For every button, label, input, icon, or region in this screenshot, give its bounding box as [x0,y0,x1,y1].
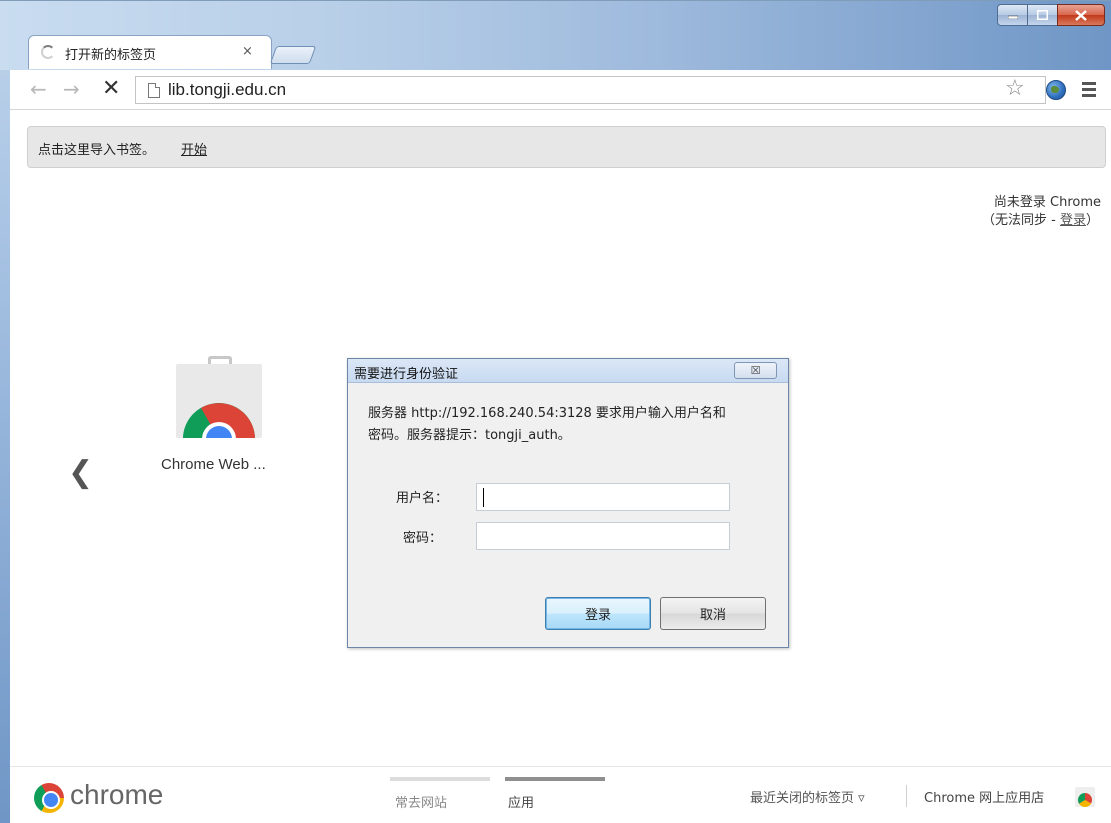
bookmarks-bar: 点击这里导入书签。 开始 [27,126,1106,168]
window-frame-left [0,70,10,823]
dialog-title: 需要进行身份验证 [354,367,459,382]
back-icon[interactable]: ← [30,78,47,100]
maximize-icon [1037,10,1048,20]
signin-status: 尚未登录 Chrome [993,195,1101,210]
loading-spinner-icon [41,45,55,59]
window-controls [997,4,1105,26]
stop-icon[interactable]: ✕ [102,78,120,100]
forward-icon[interactable]: → [63,78,80,100]
signin-prefix: （无法同步 - [982,213,1060,228]
url-text[interactable]: lib.tongji.edu.cn [168,80,286,100]
tab-new-tab[interactable]: 打开新的标签页 × [28,35,272,69]
minimize-button[interactable] [997,4,1028,26]
page-icon [148,83,160,98]
divider [906,785,907,807]
signin-sync-line: （无法同步 - 登录） [982,209,1099,228]
import-bookmarks-link[interactable]: 开始 [181,139,207,158]
password-field[interactable] [476,522,730,550]
app-label[interactable]: Chrome Web ... [161,456,266,473]
page-indicator-apps[interactable] [505,777,605,781]
tab-title: 打开新的标签页 [65,48,157,63]
toolbar: ← → ✕ lib.tongji.edu.cn ☆ [10,70,1111,110]
signin-link[interactable]: 登录 [1060,213,1086,228]
chrome-wordmark: chrome [70,779,164,810]
username-field[interactable] [476,483,730,511]
maximize-button[interactable] [1027,4,1058,26]
store-bag-icon [176,364,262,438]
text-caret [483,488,484,507]
page-indicator-most-visited[interactable] [390,777,490,781]
web-store-link[interactable]: Chrome 网上应用店 [924,787,1044,806]
tab-close-icon[interactable]: × [242,44,253,60]
browser-window: 打开新的标签页 × ← → ✕ lib.tongji.edu.cn ☆ 点击这里… [0,0,1111,823]
import-bookmarks-text: 点击这里导入书签。 [38,143,156,158]
close-icon [1075,9,1087,21]
bottom-bar: chrome 常去网站 应用 最近关闭的标签页 ▿ Chrome 网上应用店 [10,766,1111,823]
minimize-icon [1007,15,1018,19]
address-bar[interactable]: lib.tongji.edu.cn [135,76,1046,104]
tab-most-visited[interactable]: 常去网站 [395,792,447,811]
chrome-web-store-app[interactable] [176,356,264,438]
dialog-message-line2: 密码。服务器提示：tongji_auth。 [368,428,571,443]
username-label: 用户名： [396,491,449,506]
menu-icon[interactable] [1082,82,1096,100]
globe-icon[interactable] [1046,80,1066,100]
dialog-message-line1: 服务器 http://192.168.240.54:3128 要求用户输入用户名… [368,406,726,421]
password-label: 密码： [403,531,443,546]
signin-suffix: ） [1085,213,1099,228]
chrome-logo-icon [34,783,64,813]
dialog-message: 服务器 http://192.168.240.54:3128 要求用户输入用户名… [368,403,778,447]
chrome-logo-icon [183,403,255,438]
login-button[interactable]: 登录 [545,597,651,630]
bookmark-star-icon[interactable]: ☆ [1005,78,1025,100]
web-store-icon[interactable] [1075,787,1095,807]
tab-apps[interactable]: 应用 [508,792,534,811]
dialog-titlebar: 需要进行身份验证 ☒ [348,359,788,383]
cancel-button[interactable]: 取消 [660,597,766,630]
new-tab-button[interactable] [269,46,317,64]
dialog-close-button[interactable]: ☒ [734,362,777,379]
previous-page-arrow-icon[interactable]: ❮ [68,458,93,488]
auth-dialog: 需要进行身份验证 ☒ 服务器 http://192.168.240.54:312… [347,358,789,648]
bag-handle [208,356,232,364]
window-close-button[interactable] [1057,4,1105,26]
recently-closed-menu[interactable]: 最近关闭的标签页 ▿ [750,787,865,806]
